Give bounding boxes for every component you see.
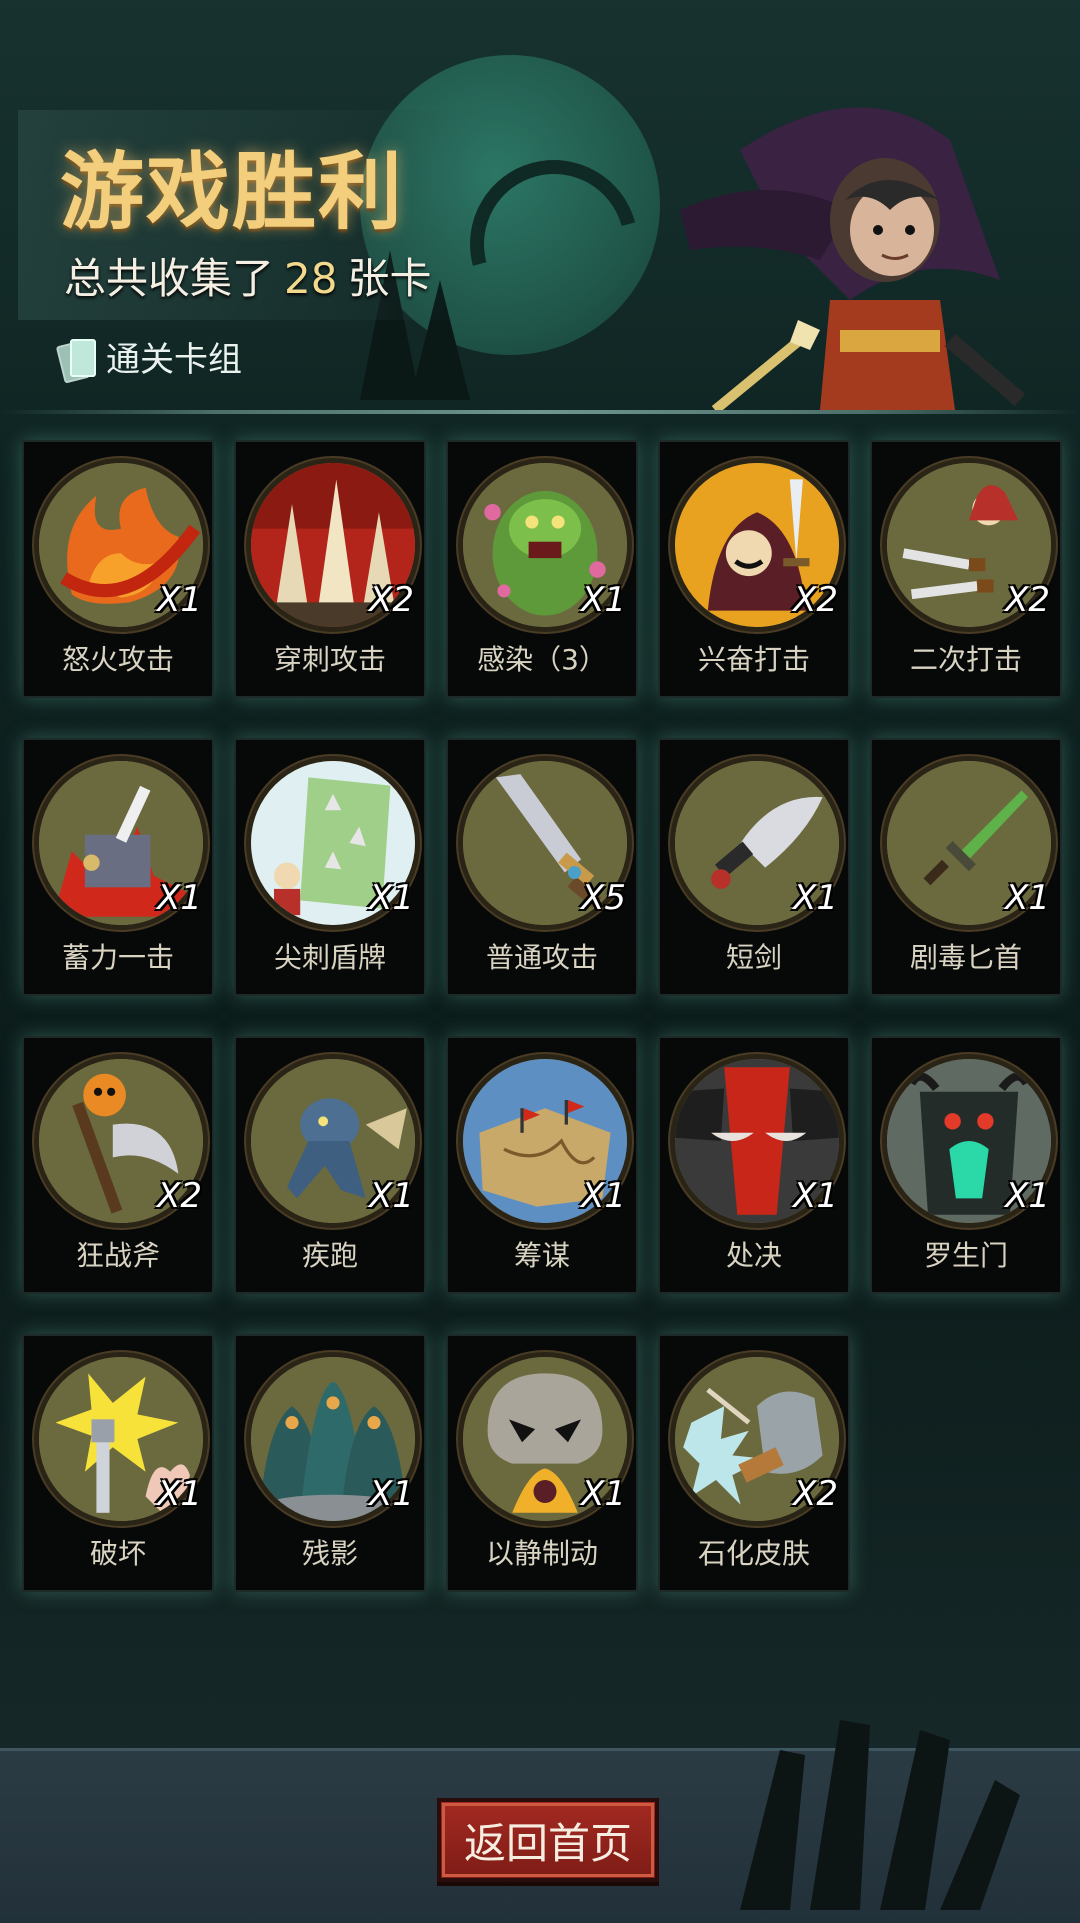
card-item[interactable]: X1 短剑 [658, 738, 850, 996]
card-item[interactable]: X2 狂战斧 [22, 1036, 214, 1294]
card-name: 筹谋 [513, 1239, 570, 1272]
card-item[interactable]: X1 怒火攻击 [22, 440, 214, 698]
card-name: 狂战斧 [75, 1239, 160, 1272]
card-grid: X1 怒火攻击 X2 穿刺攻击 X1 感染（3） X2 兴奋打击 X2 二次打击 [22, 440, 1062, 1592]
card-item[interactable]: X1 罗生门 [870, 1036, 1062, 1294]
card-quantity: X1 [157, 878, 202, 918]
card-item[interactable]: X1 感染（3） [446, 440, 638, 698]
card-name: 处决 [725, 1239, 782, 1272]
shadow-hand-decoration [740, 1720, 1020, 1910]
card-item[interactable]: X1 尖刺盾牌 [234, 738, 426, 996]
deck-label-button[interactable]: 通关卡组 [55, 332, 242, 384]
card-item[interactable]: X2 穿刺攻击 [234, 440, 426, 698]
card-name: 穿刺攻击 [273, 643, 386, 676]
card-item[interactable]: X1 蓄力一击 [22, 738, 214, 996]
card-quantity: X1 [369, 878, 414, 918]
card-quantity: X1 [369, 1176, 414, 1216]
card-quantity: X2 [793, 580, 838, 620]
card-quantity: X1 [157, 1474, 202, 1514]
page-title: 游戏胜利 [60, 142, 405, 241]
card-quantity: X1 [793, 878, 838, 918]
card-item[interactable]: X1 以静制动 [446, 1334, 638, 1592]
card-quantity: X1 [1005, 878, 1050, 918]
header-divider [0, 410, 1080, 414]
summary-prefix: 总共收集了 [64, 254, 275, 303]
collected-summary: 总共收集了 28 张卡 [64, 245, 431, 306]
hooded-hero-illustration [680, 107, 1026, 414]
card-item[interactable]: X1 处决 [658, 1036, 850, 1294]
card-item[interactable]: X1 残影 [234, 1334, 426, 1592]
card-quantity: X1 [581, 1474, 626, 1514]
card-item[interactable]: X2 石化皮肤 [658, 1334, 850, 1592]
card-quantity: X2 [1005, 580, 1050, 620]
card-name: 石化皮肤 [697, 1537, 810, 1570]
card-quantity: X1 [581, 580, 626, 620]
card-item[interactable]: X1 剧毒匕首 [870, 738, 1062, 996]
card-name: 破坏 [89, 1537, 146, 1570]
card-name: 残影 [301, 1537, 358, 1570]
card-name: 以静制动 [485, 1537, 598, 1570]
summary-suffix: 张卡 [347, 254, 432, 303]
card-name: 剧毒匕首 [909, 941, 1022, 974]
cards-icon [55, 337, 96, 384]
card-name: 怒火攻击 [61, 643, 174, 676]
card-quantity: X1 [157, 580, 202, 620]
card-name: 蓄力一击 [61, 941, 174, 974]
card-item[interactable]: X2 二次打击 [870, 440, 1062, 698]
card-total: 28 [284, 254, 338, 303]
card-quantity: X1 [793, 1176, 838, 1216]
card-item[interactable]: X5 普通攻击 [446, 738, 638, 996]
card-quantity: X1 [1005, 1176, 1050, 1216]
card-name: 二次打击 [909, 643, 1022, 676]
card-quantity: X1 [369, 1474, 414, 1514]
deck-label-text: 通关卡组 [106, 340, 242, 380]
card-quantity: X2 [793, 1474, 838, 1514]
card-quantity: X1 [581, 1176, 626, 1216]
card-item[interactable]: X2 兴奋打击 [658, 440, 850, 698]
card-item[interactable]: X1 疾跑 [234, 1036, 426, 1294]
card-name: 短剑 [725, 941, 782, 974]
card-name: 兴奋打击 [697, 643, 810, 676]
card-name: 罗生门 [923, 1239, 1008, 1272]
card-item[interactable]: X1 筹谋 [446, 1036, 638, 1294]
home-button[interactable]: 返回首页 [437, 1798, 659, 1882]
card-quantity: X2 [157, 1176, 202, 1216]
card-name: 普通攻击 [485, 941, 598, 974]
card-quantity: X2 [369, 580, 414, 620]
card-item[interactable]: X1 破坏 [22, 1334, 214, 1592]
card-quantity: X5 [581, 878, 626, 918]
card-name: 疾跑 [301, 1239, 358, 1272]
card-name: 尖刺盾牌 [273, 941, 386, 974]
card-name: 感染（3） [477, 643, 607, 676]
